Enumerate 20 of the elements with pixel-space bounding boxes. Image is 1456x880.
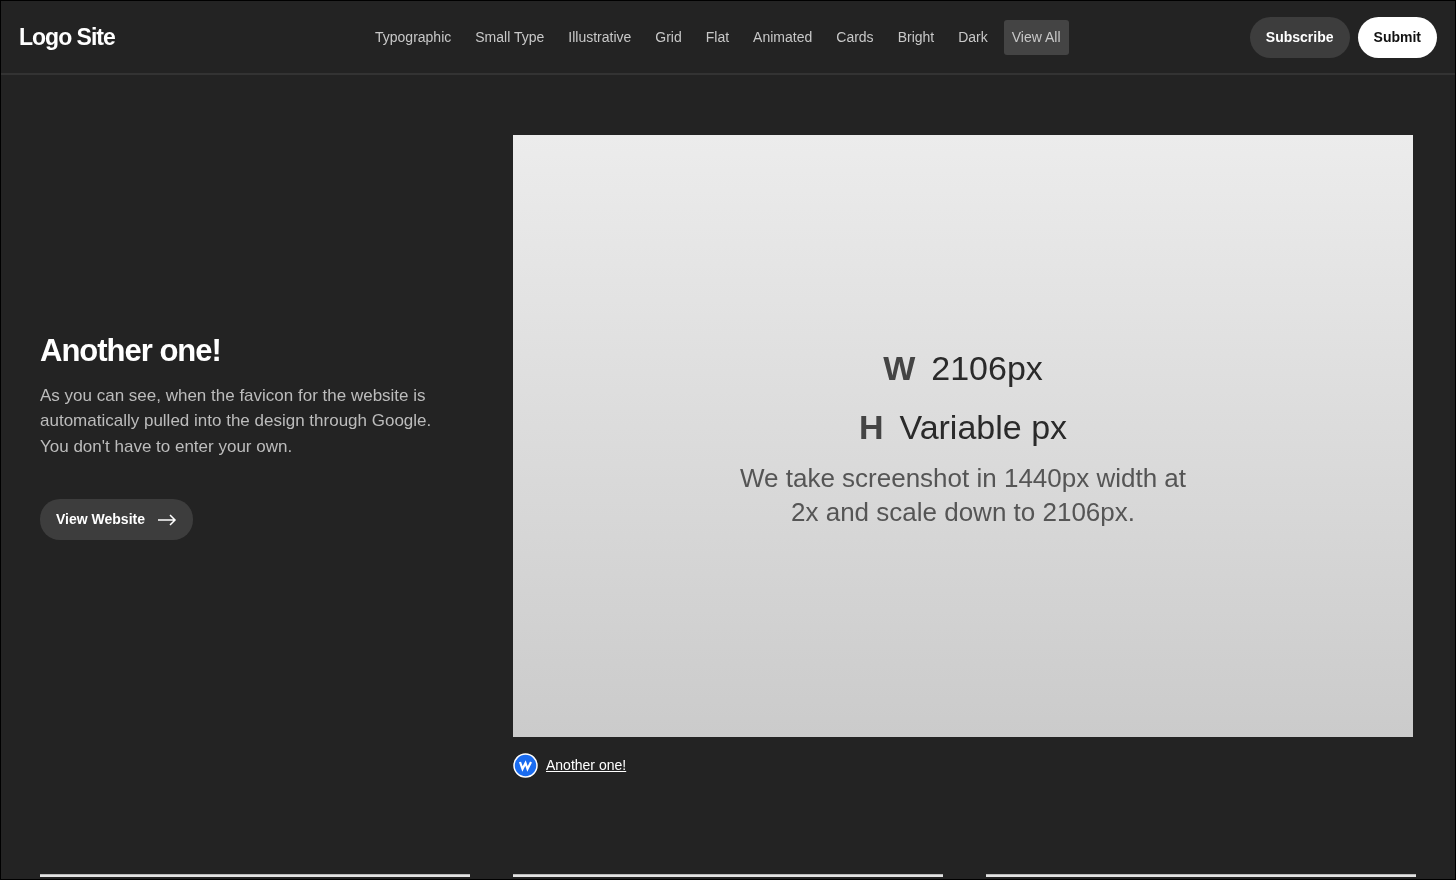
- logo: Logo Site: [19, 22, 116, 52]
- width-label: W 2106px: [883, 348, 1043, 389]
- nav-link[interactable]: Bright: [889, 19, 943, 55]
- nav-link[interactable]: Typographic: [367, 19, 460, 55]
- subscribe-button[interactable]: Subscribe: [1249, 16, 1350, 58]
- nav-link[interactable]: Cards: [828, 19, 882, 55]
- nav-link[interactable]: View All: [1003, 19, 1069, 55]
- view-website-button[interactable]: View Website: [40, 499, 193, 541]
- nav-link[interactable]: Grid: [647, 19, 690, 55]
- feature-description: As you can see, when the favicon for the website is automatically pulled into the design through Google. You don't have to enter your own.: [40, 384, 433, 458]
- nav-link[interactable]: Animated: [745, 19, 821, 55]
- nav-link[interactable]: Dark: [950, 19, 996, 55]
- height-label: H Variable px: [858, 407, 1068, 448]
- feature-title: Another one!: [40, 331, 222, 369]
- nav-link[interactable]: Illustrative: [560, 19, 640, 55]
- submit-button[interactable]: Submit: [1357, 16, 1437, 58]
- preview-note: We take screenshot in 1440px width at 2x and scale down to 2106px.: [738, 462, 1188, 529]
- nav-link[interactable]: Flat: [697, 19, 738, 55]
- nav-link[interactable]: Small Type: [467, 19, 553, 55]
- caption-link[interactable]: Another one!: [546, 755, 627, 776]
